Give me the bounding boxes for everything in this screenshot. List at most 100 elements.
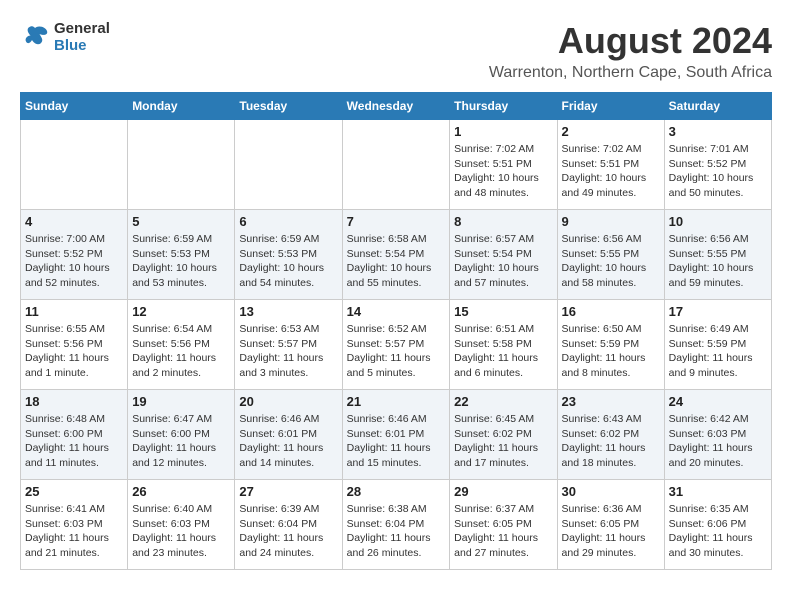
calendar-week-row: 1 Sunrise: 7:02 AM Sunset: 5:51 PM Daylig…: [21, 120, 772, 210]
calendar-cell: 27Sunrise: 6:39 AM Sunset: 6:04 PM Dayli…: [235, 480, 342, 570]
calendar-cell: 15Sunrise: 6:51 AM Sunset: 5:58 PM Dayli…: [450, 300, 557, 390]
title-area: August 2024 Warrenton, Northern Cape, So…: [489, 20, 772, 82]
day-number: 28: [347, 484, 446, 499]
day-info: Sunrise: 6:35 AM Sunset: 6:06 PM Dayligh…: [669, 502, 767, 561]
calendar-cell: 1 Sunrise: 7:02 AM Sunset: 5:51 PM Daylig…: [450, 120, 557, 210]
logo-icon: [20, 22, 50, 52]
day-info: Sunrise: 6:47 AM Sunset: 6:00 PM Dayligh…: [132, 412, 230, 471]
day-number: 1: [454, 124, 552, 139]
day-info: Sunrise: 6:51 AM Sunset: 5:58 PM Dayligh…: [454, 322, 552, 381]
calendar-cell: 17Sunrise: 6:49 AM Sunset: 5:59 PM Dayli…: [664, 300, 771, 390]
weekday-header: Friday: [557, 93, 664, 120]
calendar-cell: [21, 120, 128, 210]
day-number: 4: [25, 214, 123, 229]
day-number: 19: [132, 394, 230, 409]
day-number: 10: [669, 214, 767, 229]
location: Warrenton, Northern Cape, South Africa: [489, 64, 772, 82]
calendar-cell: 25 Sunrise: 6:41 AM Sunset: 6:03 PM Dayli…: [21, 480, 128, 570]
day-number: 9: [562, 214, 660, 229]
calendar-cell: [342, 120, 450, 210]
header: General Blue August 2024 Warrenton, Nort…: [20, 20, 772, 82]
day-number: 7: [347, 214, 446, 229]
calendar-cell: 18 Sunrise: 6:48 AM Sunset: 6:00 PM Dayli…: [21, 390, 128, 480]
weekday-header: Thursday: [450, 93, 557, 120]
day-info: Sunrise: 6:56 AM Sunset: 5:55 PM Dayligh…: [562, 232, 660, 291]
day-info: Sunrise: 6:55 AM Sunset: 5:56 PM Dayligh…: [25, 322, 123, 381]
calendar-cell: [128, 120, 235, 210]
day-number: 20: [239, 394, 337, 409]
day-number: 2: [562, 124, 660, 139]
day-info: Sunrise: 6:56 AM Sunset: 5:55 PM Dayligh…: [669, 232, 767, 291]
day-number: 8: [454, 214, 552, 229]
day-info: Sunrise: 6:41 AM Sunset: 6:03 PM Dayligh…: [25, 502, 123, 561]
day-info: Sunrise: 6:36 AM Sunset: 6:05 PM Dayligh…: [562, 502, 660, 561]
day-info: Sunrise: 6:38 AM Sunset: 6:04 PM Dayligh…: [347, 502, 446, 561]
calendar-cell: 11Sunrise: 6:55 AM Sunset: 5:56 PM Dayli…: [21, 300, 128, 390]
day-info: Sunrise: 6:43 AM Sunset: 6:02 PM Dayligh…: [562, 412, 660, 471]
day-info: Sunrise: 6:46 AM Sunset: 6:01 PM Dayligh…: [239, 412, 337, 471]
day-number: 21: [347, 394, 446, 409]
day-info: Sunrise: 6:54 AM Sunset: 5:56 PM Dayligh…: [132, 322, 230, 381]
calendar-cell: 14Sunrise: 6:52 AM Sunset: 5:57 PM Dayli…: [342, 300, 450, 390]
day-info: Sunrise: 7:00 AM Sunset: 5:52 PM Dayligh…: [25, 232, 123, 291]
calendar-cell: 22Sunrise: 6:45 AM Sunset: 6:02 PM Dayli…: [450, 390, 557, 480]
day-number: 5: [132, 214, 230, 229]
day-number: 18: [25, 394, 123, 409]
day-number: 24: [669, 394, 767, 409]
calendar-table: SundayMondayTuesdayWednesdayThursdayFrid…: [20, 92, 772, 570]
day-number: 25: [25, 484, 123, 499]
day-number: 31: [669, 484, 767, 499]
day-number: 30: [562, 484, 660, 499]
day-number: 12: [132, 304, 230, 319]
calendar-cell: 28 Sunrise: 6:38 AM Sunset: 6:04 PM Dayli…: [342, 480, 450, 570]
logo: General Blue: [20, 20, 110, 54]
calendar-cell: 24 Sunrise: 6:42 AM Sunset: 6:03 PM Dayli…: [664, 390, 771, 480]
calendar-cell: 4 Sunrise: 7:00 AM Sunset: 5:52 PM Daylig…: [21, 210, 128, 300]
calendar-cell: 16 Sunrise: 6:50 AM Sunset: 5:59 PM Dayli…: [557, 300, 664, 390]
day-info: Sunrise: 6:50 AM Sunset: 5:59 PM Dayligh…: [562, 322, 660, 381]
calendar-cell: 3Sunrise: 7:01 AM Sunset: 5:52 PM Daylig…: [664, 120, 771, 210]
calendar-cell: 13 Sunrise: 6:53 AM Sunset: 5:57 PM Dayli…: [235, 300, 342, 390]
weekday-header: Monday: [128, 93, 235, 120]
day-info: Sunrise: 6:40 AM Sunset: 6:03 PM Dayligh…: [132, 502, 230, 561]
day-number: 14: [347, 304, 446, 319]
calendar-cell: 5Sunrise: 6:59 AM Sunset: 5:53 PM Daylig…: [128, 210, 235, 300]
day-info: Sunrise: 6:37 AM Sunset: 6:05 PM Dayligh…: [454, 502, 552, 561]
day-number: 6: [239, 214, 337, 229]
day-number: 22: [454, 394, 552, 409]
calendar-cell: 7 Sunrise: 6:58 AM Sunset: 5:54 PM Daylig…: [342, 210, 450, 300]
day-info: Sunrise: 6:42 AM Sunset: 6:03 PM Dayligh…: [669, 412, 767, 471]
day-number: 26: [132, 484, 230, 499]
day-number: 29: [454, 484, 552, 499]
day-number: 23: [562, 394, 660, 409]
calendar-cell: 20 Sunrise: 6:46 AM Sunset: 6:01 PM Dayli…: [235, 390, 342, 480]
calendar-cell: 12 Sunrise: 6:54 AM Sunset: 5:56 PM Dayli…: [128, 300, 235, 390]
logo-text: General Blue: [54, 20, 110, 54]
calendar-cell: 6Sunrise: 6:59 AM Sunset: 5:53 PM Daylig…: [235, 210, 342, 300]
day-info: Sunrise: 6:57 AM Sunset: 5:54 PM Dayligh…: [454, 232, 552, 291]
calendar-cell: 29 Sunrise: 6:37 AM Sunset: 6:05 PM Dayli…: [450, 480, 557, 570]
day-info: Sunrise: 6:46 AM Sunset: 6:01 PM Dayligh…: [347, 412, 446, 471]
calendar-week-row: 25 Sunrise: 6:41 AM Sunset: 6:03 PM Dayli…: [21, 480, 772, 570]
calendar-cell: 8 Sunrise: 6:57 AM Sunset: 5:54 PM Daylig…: [450, 210, 557, 300]
day-info: Sunrise: 7:01 AM Sunset: 5:52 PM Dayligh…: [669, 142, 767, 201]
calendar-cell: 19 Sunrise: 6:47 AM Sunset: 6:00 PM Dayli…: [128, 390, 235, 480]
day-info: Sunrise: 6:48 AM Sunset: 6:00 PM Dayligh…: [25, 412, 123, 471]
day-number: 27: [239, 484, 337, 499]
day-info: Sunrise: 6:53 AM Sunset: 5:57 PM Dayligh…: [239, 322, 337, 381]
weekday-header: Wednesday: [342, 93, 450, 120]
weekday-header-row: SundayMondayTuesdayWednesdayThursdayFrid…: [21, 93, 772, 120]
day-info: Sunrise: 6:58 AM Sunset: 5:54 PM Dayligh…: [347, 232, 446, 291]
calendar-cell: 26 Sunrise: 6:40 AM Sunset: 6:03 PM Dayli…: [128, 480, 235, 570]
calendar-week-row: 11Sunrise: 6:55 AM Sunset: 5:56 PM Dayli…: [21, 300, 772, 390]
calendar-cell: 30 Sunrise: 6:36 AM Sunset: 6:05 PM Dayli…: [557, 480, 664, 570]
calendar-cell: [235, 120, 342, 210]
weekday-header: Saturday: [664, 93, 771, 120]
calendar-week-row: 4 Sunrise: 7:00 AM Sunset: 5:52 PM Daylig…: [21, 210, 772, 300]
day-info: Sunrise: 7:02 AM Sunset: 5:51 PM Dayligh…: [454, 142, 552, 201]
calendar-cell: 21 Sunrise: 6:46 AM Sunset: 6:01 PM Dayli…: [342, 390, 450, 480]
day-number: 16: [562, 304, 660, 319]
calendar-cell: 9 Sunrise: 6:56 AM Sunset: 5:55 PM Daylig…: [557, 210, 664, 300]
calendar-week-row: 18 Sunrise: 6:48 AM Sunset: 6:00 PM Dayli…: [21, 390, 772, 480]
day-number: 13: [239, 304, 337, 319]
